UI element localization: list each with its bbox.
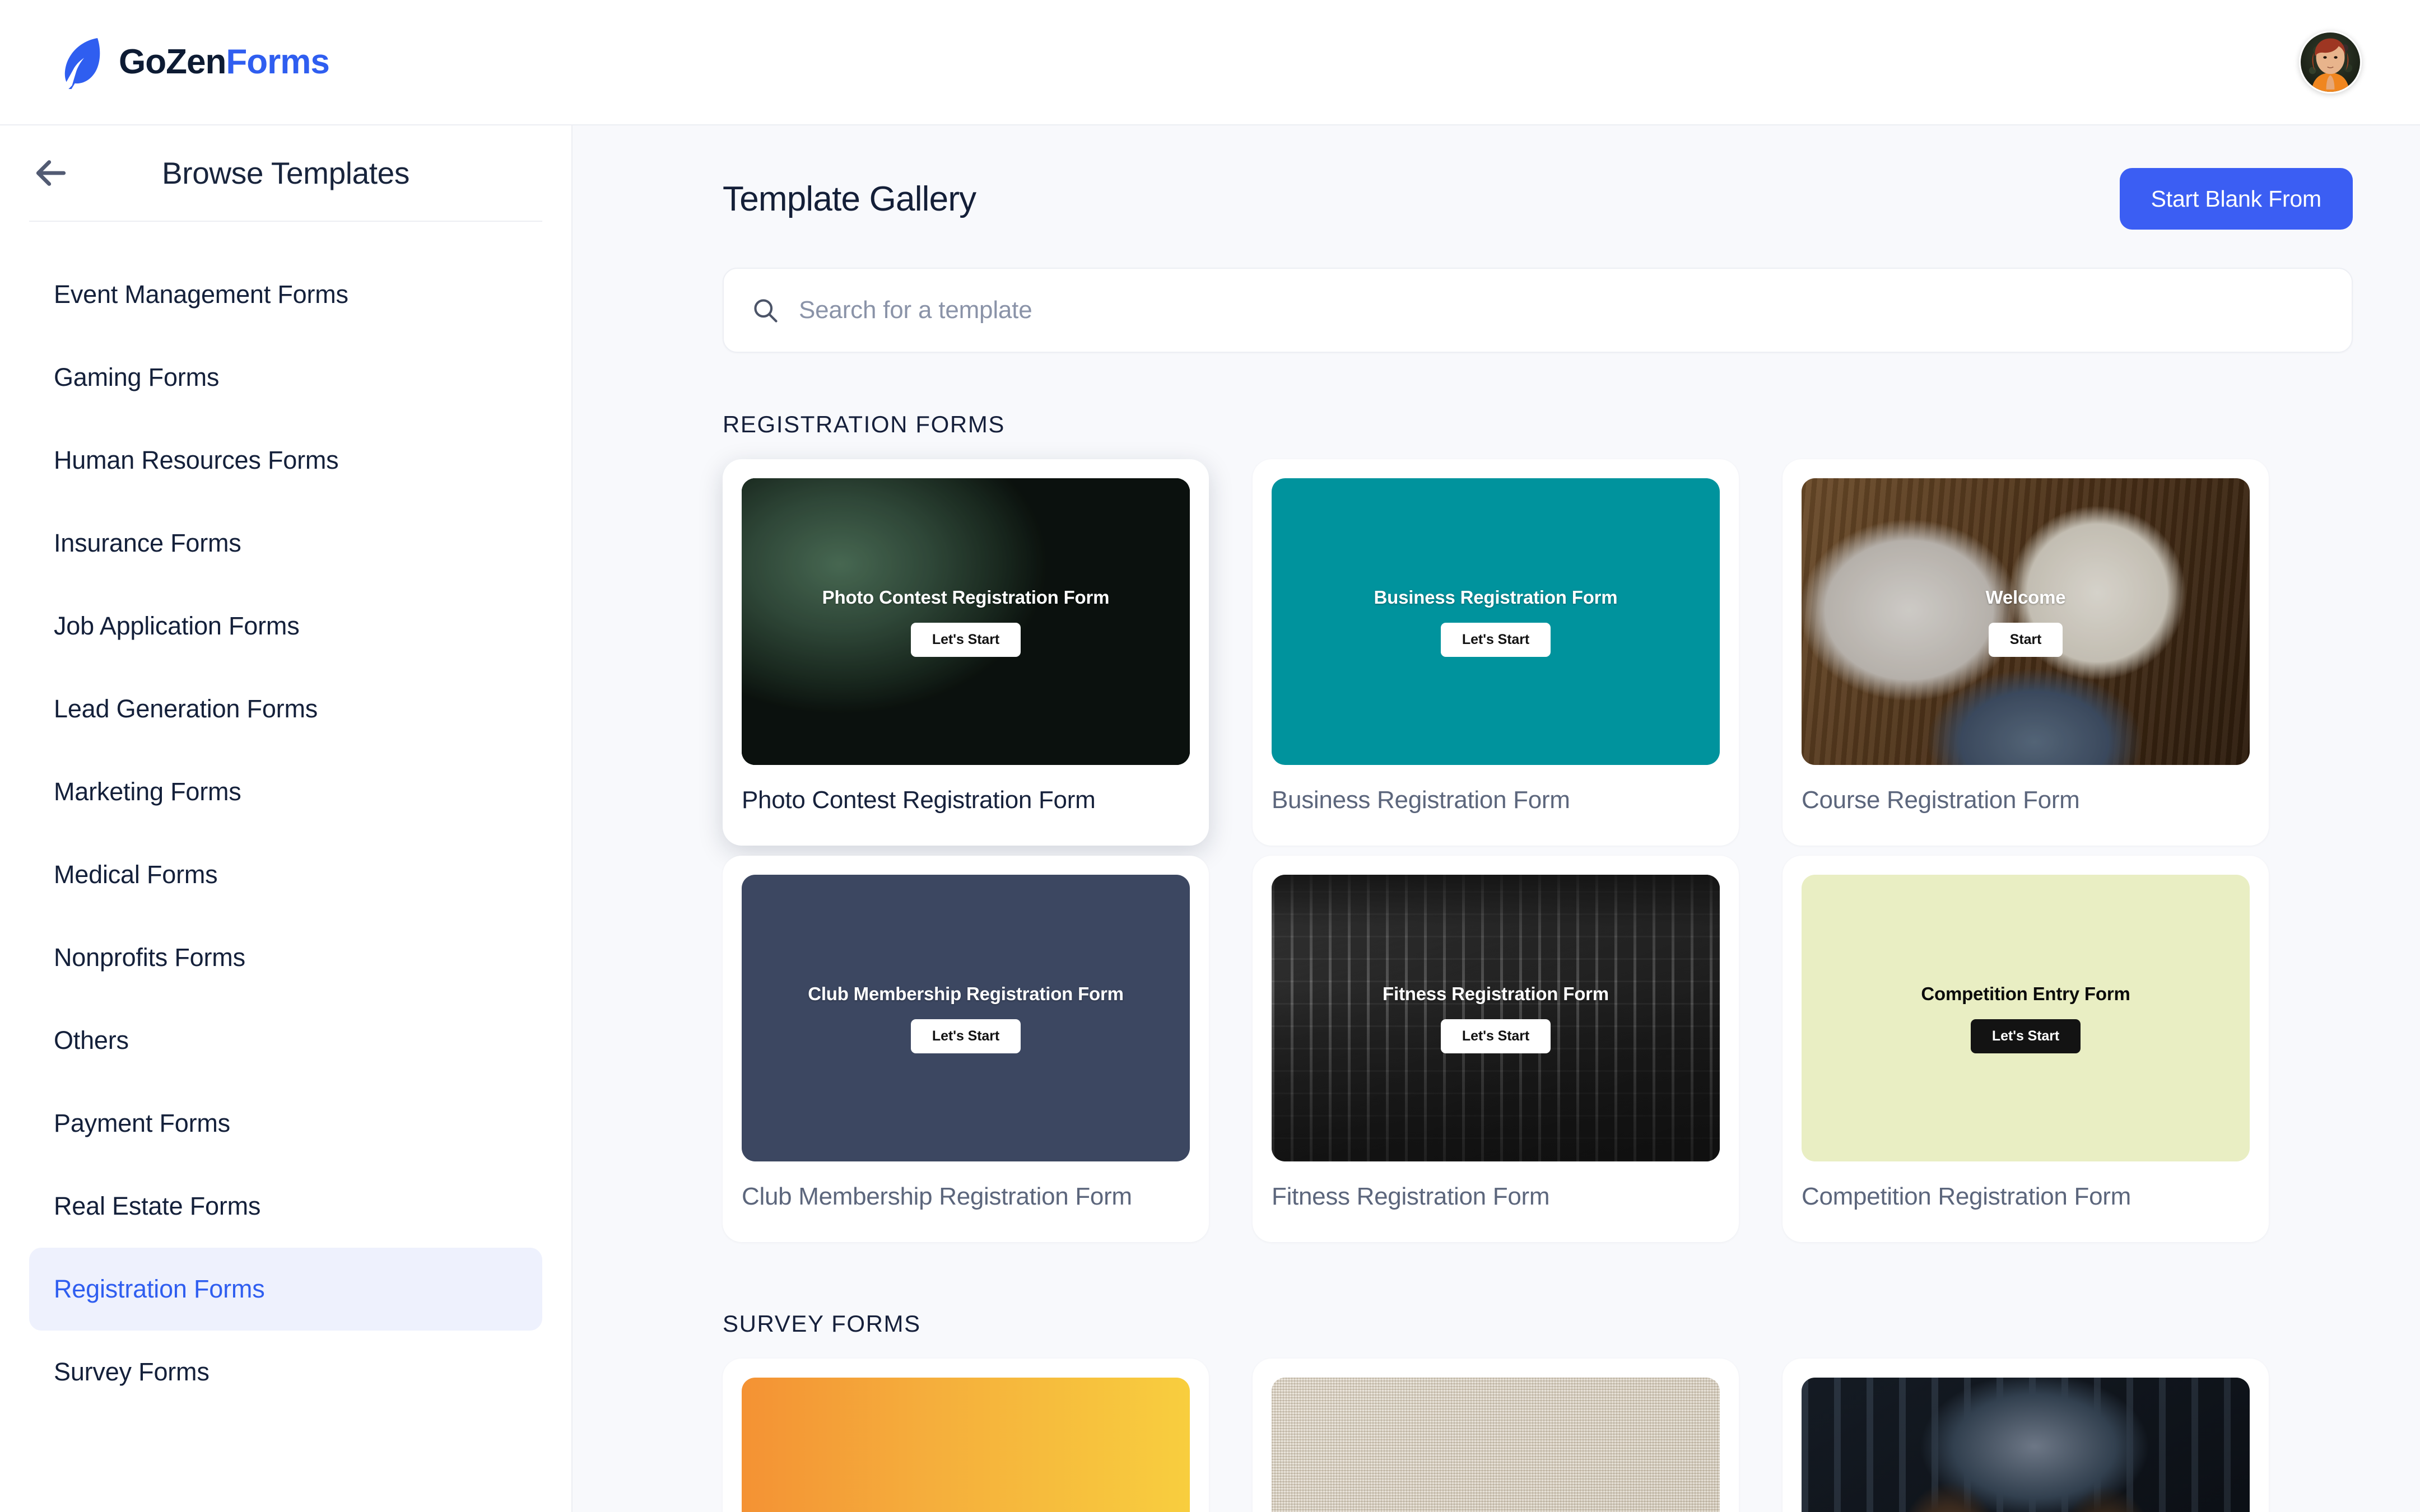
- sidebar-item-label: Human Resources Forms: [54, 446, 338, 475]
- sidebar-title: Browse Templates: [0, 155, 571, 191]
- sidebar-item-real-estate-forms[interactable]: Real Estate Forms: [29, 1165, 542, 1248]
- avatar-image: [2301, 32, 2360, 92]
- avatar[interactable]: [2299, 31, 2362, 94]
- template-card[interactable]: [723, 1359, 1209, 1512]
- sidebar-item-label: Medical Forms: [54, 860, 217, 889]
- template-thumbnail: Competition Entry Form Let's Start: [1802, 875, 2250, 1161]
- thumbnail-scrim: [742, 478, 1190, 765]
- thumbnail-title: Competition Entry Form: [1921, 983, 2130, 1005]
- thumbnail-title: Business Registration Form: [1374, 587, 1618, 608]
- sidebar-nav: Event Management Forms Gaming Forms Human …: [0, 222, 571, 1413]
- thumbnail-title: Fitness Registration Form: [1383, 983, 1609, 1005]
- sidebar-item-others[interactable]: Others: [29, 999, 542, 1082]
- template-thumbnail: Business Registration Form Let's Start: [1272, 478, 1720, 765]
- sidebar-item-label: Payment Forms: [54, 1109, 230, 1138]
- brand-logo[interactable]: GoZenForms: [58, 35, 329, 89]
- template-grid: [723, 1359, 2353, 1512]
- thumbnail-start-button[interactable]: Let's Start: [1441, 623, 1551, 657]
- start-blank-form-button[interactable]: Start Blank From: [2120, 168, 2353, 230]
- thumbnail-start-button[interactable]: Let's Start: [911, 623, 1021, 657]
- brand-primary: GoZen: [119, 43, 226, 81]
- search-bar[interactable]: [723, 268, 2353, 353]
- template-card-title: Club Membership Registration Form: [742, 1183, 1190, 1211]
- sidebar-item-job-application-forms[interactable]: Job Application Forms: [29, 585, 542, 668]
- template-thumbnail: [1802, 1378, 2250, 1512]
- thumbnail-start-button[interactable]: Let's Start: [1441, 1019, 1551, 1053]
- section-label: REGISTRATION FORMS: [723, 411, 2353, 438]
- sidebar-item-human-resources-forms[interactable]: Human Resources Forms: [29, 419, 542, 502]
- top-bar: GoZenForms: [0, 0, 2420, 125]
- template-thumbnail: Club Membership Registration Form Let's S…: [742, 875, 1190, 1161]
- sidebar-item-label: Job Application Forms: [54, 612, 300, 641]
- section-label: SURVEY FORMS: [723, 1310, 2353, 1337]
- linen-texture-art: [1272, 1378, 1720, 1512]
- template-card[interactable]: [1783, 1359, 2269, 1512]
- template-card[interactable]: Fitness Registration FormLet's StartFitn…: [1253, 856, 1739, 1242]
- sidebar-item-label: Registration Forms: [54, 1275, 265, 1304]
- search-input[interactable]: [799, 296, 2325, 324]
- template-card[interactable]: Welcome Start Course Registration Form: [1783, 459, 2269, 846]
- sidebar-header: Browse Templates: [0, 125, 571, 221]
- main-content: Template Gallery Start Blank From REGIST…: [573, 125, 2420, 1512]
- sidebar-item-label: Nonprofits Forms: [54, 943, 245, 972]
- sidebar-item-nonprofits-forms[interactable]: Nonprofits Forms: [29, 916, 542, 999]
- sidebar-item-label: Gaming Forms: [54, 363, 219, 392]
- gallery-header: Template Gallery Start Blank From: [723, 168, 2353, 230]
- navy-solid-art: [742, 875, 1190, 1161]
- template-card-title: Business Registration Form: [1272, 786, 1720, 814]
- thumbnail-scrim: [1802, 478, 2250, 765]
- sidebar-item-lead-generation-forms[interactable]: Lead Generation Forms: [29, 668, 542, 750]
- page-title: Template Gallery: [723, 179, 976, 219]
- sidebar-item-label: Real Estate Forms: [54, 1192, 260, 1221]
- template-card-title: Photo Contest Registration Form: [742, 786, 1190, 814]
- template-grid: Photo Contest Registration Form Let's Sta…: [723, 459, 2353, 1252]
- sidebar-item-medical-forms[interactable]: Medical Forms: [29, 833, 542, 916]
- template-sections: REGISTRATION FORMS Photo Contest Registra…: [723, 411, 2353, 1512]
- feather-icon: [58, 35, 104, 89]
- thumbnail-start-button[interactable]: Start: [1989, 623, 2063, 657]
- teal-solid-art: [1272, 478, 1720, 765]
- sidebar-item-payment-forms[interactable]: Payment Forms: [29, 1082, 542, 1165]
- arrow-left-icon[interactable]: [29, 151, 73, 195]
- template-card-title: Competition Registration Form: [1802, 1183, 2250, 1211]
- sidebar-item-label: Marketing Forms: [54, 777, 241, 806]
- template-card[interactable]: Competition Entry FormLet's StartCompeti…: [1783, 856, 2269, 1242]
- sidebar-item-label: Event Management Forms: [54, 280, 348, 309]
- sidebar-item-label: Lead Generation Forms: [54, 694, 318, 724]
- template-card[interactable]: Business Registration FormLet's StartBus…: [1253, 459, 1739, 846]
- template-thumbnail: Photo Contest Registration Form Let's Sta…: [742, 478, 1190, 765]
- women-photo-art: [1802, 1378, 2250, 1512]
- template-card-title: Fitness Registration Form: [1272, 1183, 1720, 1211]
- sidebar-item-marketing-forms[interactable]: Marketing Forms: [29, 750, 542, 833]
- brand-text: GoZenForms: [119, 45, 329, 80]
- sidebar-item-label: Insurance Forms: [54, 529, 241, 558]
- sidebar-item-event-management-forms[interactable]: Event Management Forms: [29, 253, 542, 336]
- thumbnail-start-button[interactable]: Let's Start: [911, 1019, 1021, 1053]
- sidebar-item-insurance-forms[interactable]: Insurance Forms: [29, 502, 542, 585]
- thumbnail-title: Welcome: [1986, 587, 2066, 608]
- thumbnail-start-button[interactable]: Let's Start: [1971, 1019, 2081, 1053]
- search-icon: [751, 296, 780, 325]
- sidebar: Browse Templates Event Management Forms G…: [0, 125, 573, 1512]
- template-thumbnail: [1272, 1378, 1720, 1512]
- template-thumbnail: [742, 1378, 1190, 1512]
- template-thumbnail: Fitness Registration Form Let's Start: [1272, 875, 1720, 1161]
- template-thumbnail: Welcome Start: [1802, 478, 2250, 765]
- sidebar-item-label: Others: [54, 1026, 129, 1055]
- gym-grayscale-photo-art: [1272, 875, 1720, 1161]
- sidebar-item-gaming-forms[interactable]: Gaming Forms: [29, 336, 542, 419]
- template-card[interactable]: Photo Contest Registration Form Let's Sta…: [723, 459, 1209, 846]
- orange-gradient-art: [742, 1378, 1190, 1512]
- template-card[interactable]: [1253, 1359, 1739, 1512]
- template-card-title: Course Registration Form: [1802, 786, 2250, 814]
- thumbnail-title: Photo Contest Registration Form: [822, 587, 1110, 608]
- sidebar-item-registration-forms[interactable]: Registration Forms: [29, 1248, 542, 1331]
- brand-secondary: Forms: [226, 43, 329, 81]
- sidebar-item-label: Survey Forms: [54, 1357, 210, 1387]
- thumbnail-title: Club Membership Registration Form: [808, 983, 1124, 1005]
- sidebar-item-survey-forms[interactable]: Survey Forms: [29, 1331, 542, 1413]
- lime-solid-art: [1802, 875, 2250, 1161]
- template-card[interactable]: Club Membership Registration Form Let's S…: [723, 856, 1209, 1242]
